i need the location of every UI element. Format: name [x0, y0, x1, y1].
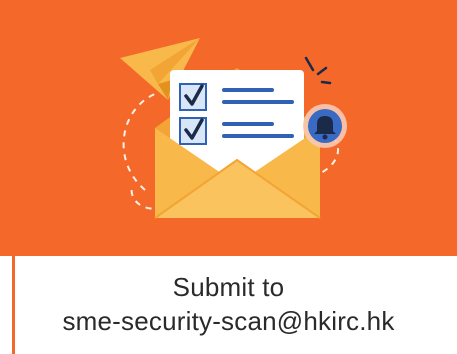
envelope-checklist-illustration — [120, 38, 347, 219]
submission-caption: Submit to sme-security-scan@hkirc.hk — [18, 270, 439, 338]
caption-line-submit-to: Submit to — [172, 272, 285, 302]
left-accent-rule — [12, 256, 15, 354]
bell-notification-icon — [303, 104, 347, 148]
hero-illustration-panel — [0, 0, 457, 256]
submission-card: Submit to sme-security-scan@hkirc.hk — [0, 0, 457, 354]
caption-email-address: sme-security-scan@hkirc.hk — [62, 306, 395, 336]
